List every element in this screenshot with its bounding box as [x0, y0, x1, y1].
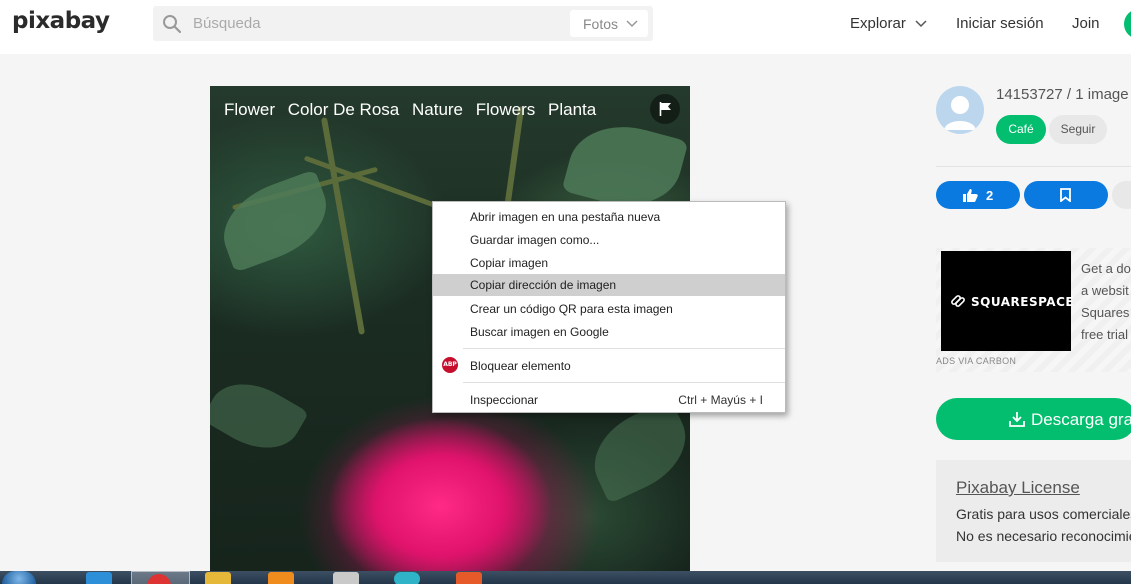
taskbar-app-icon[interactable] — [456, 572, 482, 584]
report-button[interactable] — [650, 94, 680, 124]
download-icon — [1009, 412, 1025, 427]
menu-item-save-image-as[interactable]: Guardar imagen como... — [433, 229, 785, 251]
share-button[interactable] — [1112, 181, 1131, 209]
leaf — [579, 398, 690, 504]
upload-button[interactable] — [1124, 9, 1131, 39]
pixabay-logo[interactable]: pixabay — [12, 8, 110, 34]
follow-button[interactable]: Seguir — [1049, 115, 1107, 144]
taskbar-active-app[interactable] — [131, 571, 190, 584]
menu-item-create-qr-code[interactable]: Crear un código QR para esta imagen — [433, 298, 785, 320]
ad-brand: SQUARESPACE — [971, 295, 1075, 309]
menu-item-copy-image-address[interactable]: Copiar dirección de imagen — [433, 274, 785, 296]
menu-item-inspect[interactable]: Inspeccionar Ctrl + Mayús + I — [433, 389, 785, 411]
rose-stem — [320, 117, 366, 335]
user-avatar-icon[interactable] — [936, 86, 984, 134]
taskbar-app-icon[interactable] — [86, 572, 112, 584]
menu-item-shortcut: Ctrl + Mayús + I — [678, 393, 763, 407]
tag-link[interactable]: Flower — [224, 100, 275, 119]
menu-item-label: Inspeccionar — [470, 393, 539, 407]
menu-separator — [463, 382, 785, 383]
user-name[interactable]: 14153727 / 1 image — [996, 86, 1129, 103]
menu-item-label: Crear un código QR para esta imagen — [470, 302, 673, 316]
search-icon[interactable] — [162, 14, 182, 34]
menu-item-label: Copiar dirección de imagen — [470, 278, 617, 292]
search-bar: Fotos — [153, 6, 653, 41]
license-box: Pixabay License Gratis para usos comerci… — [936, 460, 1131, 562]
ad-text-line: Get a do — [1081, 261, 1131, 276]
license-line: No es necesario reconocimiento — [956, 528, 1131, 544]
leaf — [210, 367, 309, 465]
menu-item-block-element[interactable]: ABP Bloquear elemento — [433, 355, 785, 377]
photo-tags: Flower Color De Rosa Nature Flowers Plan… — [224, 100, 604, 120]
tag-link[interactable]: Flowers — [476, 100, 536, 119]
sponsored-ad[interactable]: SQUARESPACE Get a do a websit Squares fr… — [936, 248, 1131, 372]
ad-text-line: free trial — [1081, 327, 1128, 342]
start-button[interactable] — [2, 571, 36, 584]
ad-text-line: a websit — [1081, 283, 1129, 298]
license-link[interactable]: Pixabay License — [956, 478, 1080, 498]
menu-item-label: Copiar imagen — [470, 256, 549, 270]
ad-text-line: Squares — [1081, 305, 1130, 320]
windows-taskbar — [0, 571, 1131, 584]
taskbar-app-icon[interactable] — [394, 572, 420, 584]
like-count: 2 — [986, 188, 994, 203]
search-input[interactable] — [193, 13, 563, 33]
like-button[interactable]: 2 — [936, 181, 1020, 209]
menu-item-label: Abrir imagen en una pestaña nueva — [470, 210, 661, 224]
squarespace-logo-icon — [951, 295, 965, 307]
taskbar-app-icon[interactable] — [205, 572, 231, 584]
tag-link[interactable]: Nature — [412, 100, 463, 119]
adblock-plus-icon: ABP — [442, 357, 458, 373]
avatar-silhouette — [944, 96, 976, 130]
media-type-label: Fotos — [583, 16, 619, 32]
media-type-select[interactable]: Fotos — [570, 10, 648, 37]
tag-link[interactable]: Planta — [548, 100, 596, 119]
nav-explore[interactable]: Explorar — [850, 15, 927, 32]
leaf — [211, 169, 339, 273]
ad-text: Get a do a websit Squares free trial — [1081, 258, 1131, 346]
chevron-down-icon — [915, 20, 927, 28]
nav-login[interactable]: Iniciar sesión — [956, 15, 1044, 32]
flag-icon — [659, 102, 671, 116]
taskbar-app-icon[interactable] — [333, 572, 359, 584]
nav-explore-label: Explorar — [850, 15, 906, 32]
license-line: Gratis para usos comerciales — [956, 506, 1131, 522]
chevron-down-icon — [626, 20, 638, 28]
chrome-icon — [147, 574, 171, 584]
menu-item-label: Guardar imagen como... — [470, 233, 600, 247]
thumbs-up-icon — [963, 189, 978, 202]
coffee-button[interactable]: Café — [996, 115, 1046, 144]
taskbar-app-icon[interactable] — [268, 572, 294, 584]
menu-item-label: Bloquear elemento — [470, 359, 571, 373]
right-sidebar: 14153727 / 1 image Café Seguir 2 SQUARES… — [936, 74, 1131, 584]
ad-image: SQUARESPACE — [941, 251, 1075, 351]
menu-separator — [463, 348, 785, 349]
save-to-collection-button[interactable] — [1024, 181, 1108, 209]
menu-item-copy-image[interactable]: Copiar imagen — [433, 252, 785, 274]
top-navigation-bar: pixabay Fotos Explorar Iniciar sesión Jo… — [0, 0, 1131, 54]
menu-item-search-image-google[interactable]: Buscar imagen en Google — [433, 321, 785, 343]
ad-attribution[interactable]: ADS VIA CARBON — [936, 356, 1016, 366]
tag-link[interactable]: Color De Rosa — [288, 100, 400, 119]
sidebar-divider — [936, 166, 1131, 167]
download-button[interactable]: Descarga gratuita — [936, 398, 1131, 440]
menu-item-open-image-new-tab[interactable]: Abrir imagen en una pestaña nueva — [433, 206, 785, 228]
nav-join[interactable]: Join — [1072, 15, 1100, 32]
download-label: Descarga gratuita — [1031, 410, 1131, 429]
bookmark-icon — [1060, 188, 1071, 202]
browser-context-menu: Abrir imagen en una pestaña nueva Guarda… — [432, 201, 786, 413]
menu-item-label: Buscar imagen en Google — [470, 325, 609, 339]
